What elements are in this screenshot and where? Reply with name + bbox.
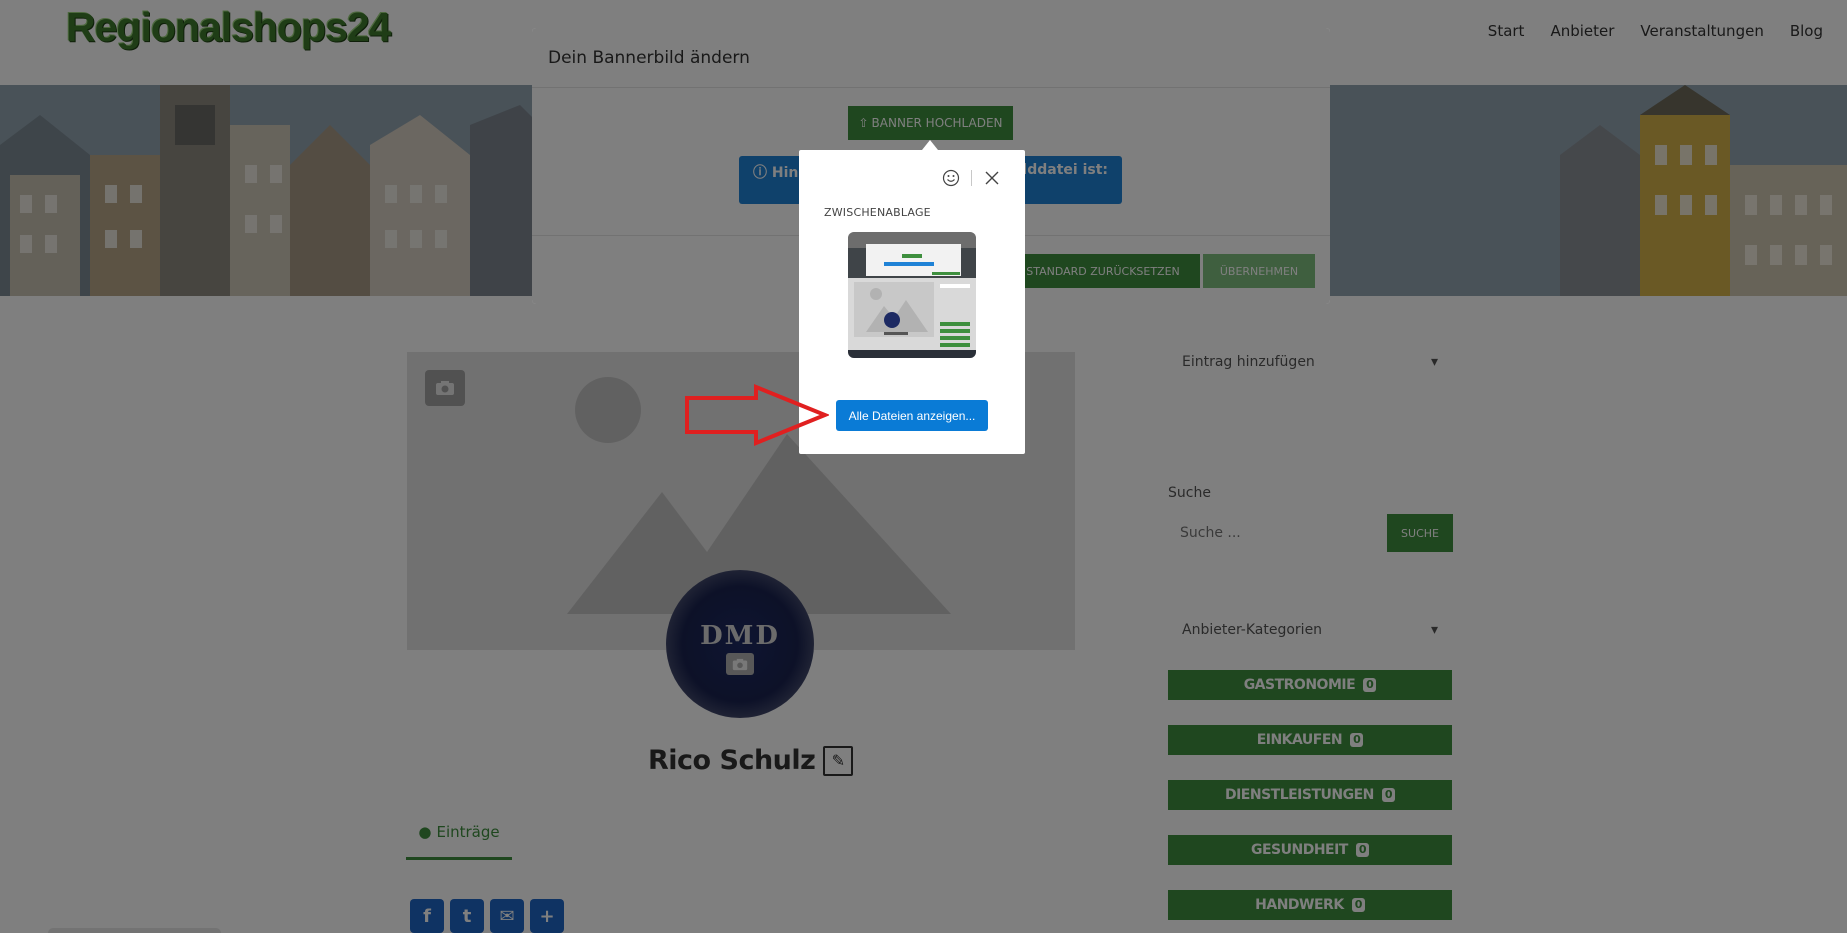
picker-separator (971, 170, 972, 186)
annotation-arrow-icon (685, 384, 829, 446)
clipboard-label: ZWISCHENABLAGE (824, 206, 931, 219)
emoji-icon[interactable] (942, 169, 960, 187)
clipboard-thumbnail[interactable] (848, 232, 976, 358)
file-picker-popup: ZWISCHENABLAGE Alle Dateien anzeigen... (799, 150, 1025, 454)
show-all-files-button[interactable]: Alle Dateien anzeigen... (836, 400, 988, 431)
picker-pointer (922, 140, 938, 150)
close-icon[interactable] (984, 170, 1000, 186)
